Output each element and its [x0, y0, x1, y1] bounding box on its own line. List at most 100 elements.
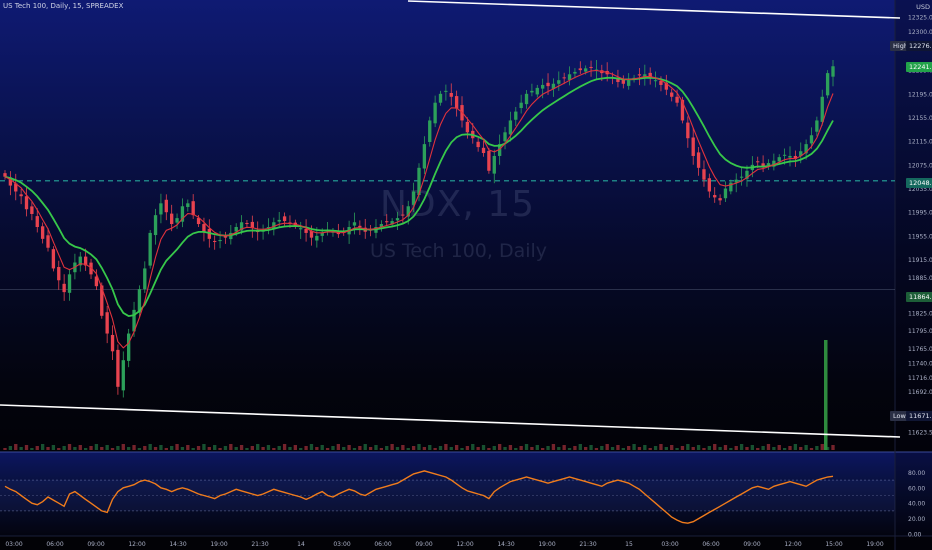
time-tick-label: 21:30 [579, 541, 596, 548]
candle-body [143, 268, 147, 290]
candle-body [170, 213, 174, 225]
candle-body [508, 120, 513, 135]
volume-bar [116, 446, 120, 450]
price-tick-label: 11692.0 [908, 389, 932, 396]
volume-bar [239, 445, 244, 450]
volume-bar [186, 445, 190, 450]
candle-body [713, 195, 717, 198]
price-tick-label: 12115.0 [908, 139, 932, 146]
lower-trendline[interactable] [0, 404, 901, 438]
volume-bar [363, 444, 367, 450]
upper-trendline[interactable] [407, 0, 901, 19]
volume-bar [546, 446, 550, 450]
candle-body [202, 224, 206, 232]
volume-bar [309, 444, 314, 450]
price-tick-label: 12195.0 [908, 91, 932, 98]
volume-bar [395, 447, 400, 450]
time-tick-label: 19:00 [210, 541, 227, 548]
volume-bar [707, 446, 712, 450]
volume-bar [739, 444, 744, 450]
rsi-tick-label: 20.00 [908, 516, 925, 523]
volume-bar [519, 446, 523, 450]
volume-bar [766, 444, 771, 450]
candle-body [191, 201, 195, 216]
candle-body [519, 102, 523, 109]
volume-bar [530, 447, 534, 450]
symbol-title[interactable]: US Tech 100, Daily, 15, SPREADEX [3, 2, 123, 10]
volume-bar [632, 444, 636, 450]
volume-bar [406, 448, 410, 450]
candle-body [465, 121, 470, 133]
volume-bar [481, 445, 486, 450]
volume-bar [83, 448, 88, 450]
candle-body [454, 96, 459, 109]
volume-bar [288, 447, 292, 450]
candle-body [557, 80, 561, 84]
candle-body [433, 102, 437, 124]
candle-body [159, 203, 163, 215]
volume-bar [342, 447, 346, 450]
candle-body [831, 66, 835, 77]
volume-bar [57, 448, 61, 450]
volume-bar [46, 447, 50, 450]
candle-body [825, 73, 830, 96]
volume-bar [132, 445, 136, 450]
candle-body [121, 360, 125, 391]
candle-body [320, 232, 324, 236]
candle-body [540, 84, 545, 89]
candle-body [756, 161, 760, 163]
time-tick-label: 19:00 [866, 541, 883, 548]
moving-averages [4, 69, 834, 349]
currency-label[interactable]: USD [916, 3, 930, 11]
volume-bar [460, 448, 464, 450]
volume-bar [782, 448, 787, 450]
volume-bar [756, 448, 760, 450]
volume-bar [492, 446, 496, 450]
candle-body [411, 191, 416, 205]
candle-body [213, 240, 217, 242]
volume-bar [589, 445, 593, 450]
volume-bar [702, 448, 706, 450]
candle-body [126, 333, 131, 361]
time-tick-label: 03:00 [661, 541, 678, 548]
volume-bar [223, 446, 228, 450]
time-tick-label: 14 [297, 541, 305, 548]
candle-body [245, 222, 249, 225]
time-tick-label: 21:30 [251, 541, 268, 548]
volume-bar [229, 444, 233, 450]
high-price-tag: 12276.5 [906, 41, 932, 51]
volume-bar [793, 444, 798, 450]
volume-bar [476, 447, 480, 450]
candle-body [422, 144, 427, 169]
candle-body [401, 214, 405, 216]
candle-body [175, 218, 179, 223]
candle-body [535, 87, 539, 95]
price-tick-label: 11740.0 [908, 361, 932, 368]
price-tick-label: 12300.0 [908, 29, 932, 36]
volume-bar [557, 447, 561, 450]
candle-body [223, 236, 228, 238]
volume-bar [126, 447, 131, 450]
volume-bar [277, 446, 281, 450]
volume-bar [234, 447, 238, 450]
volume-bar [567, 448, 572, 450]
candle-body [277, 219, 281, 222]
candle-body [19, 194, 23, 197]
volume-bar [610, 447, 615, 450]
volume-bar [686, 444, 690, 450]
volume-bar [245, 448, 249, 450]
volume-bar [777, 445, 781, 450]
volume-bar [266, 445, 271, 450]
volume-bar [514, 448, 518, 450]
candle-body [30, 206, 34, 214]
volume-bar [256, 444, 260, 450]
trendlines[interactable] [0, 0, 901, 438]
price-tick-label: 12155.0 [908, 115, 932, 122]
volume-bar [110, 448, 115, 450]
volume-bar [67, 444, 72, 450]
candle-body [148, 232, 152, 266]
volume-bar [799, 447, 803, 450]
candle-body [627, 80, 631, 86]
candle-body [57, 267, 61, 281]
volume-bar [191, 448, 195, 450]
